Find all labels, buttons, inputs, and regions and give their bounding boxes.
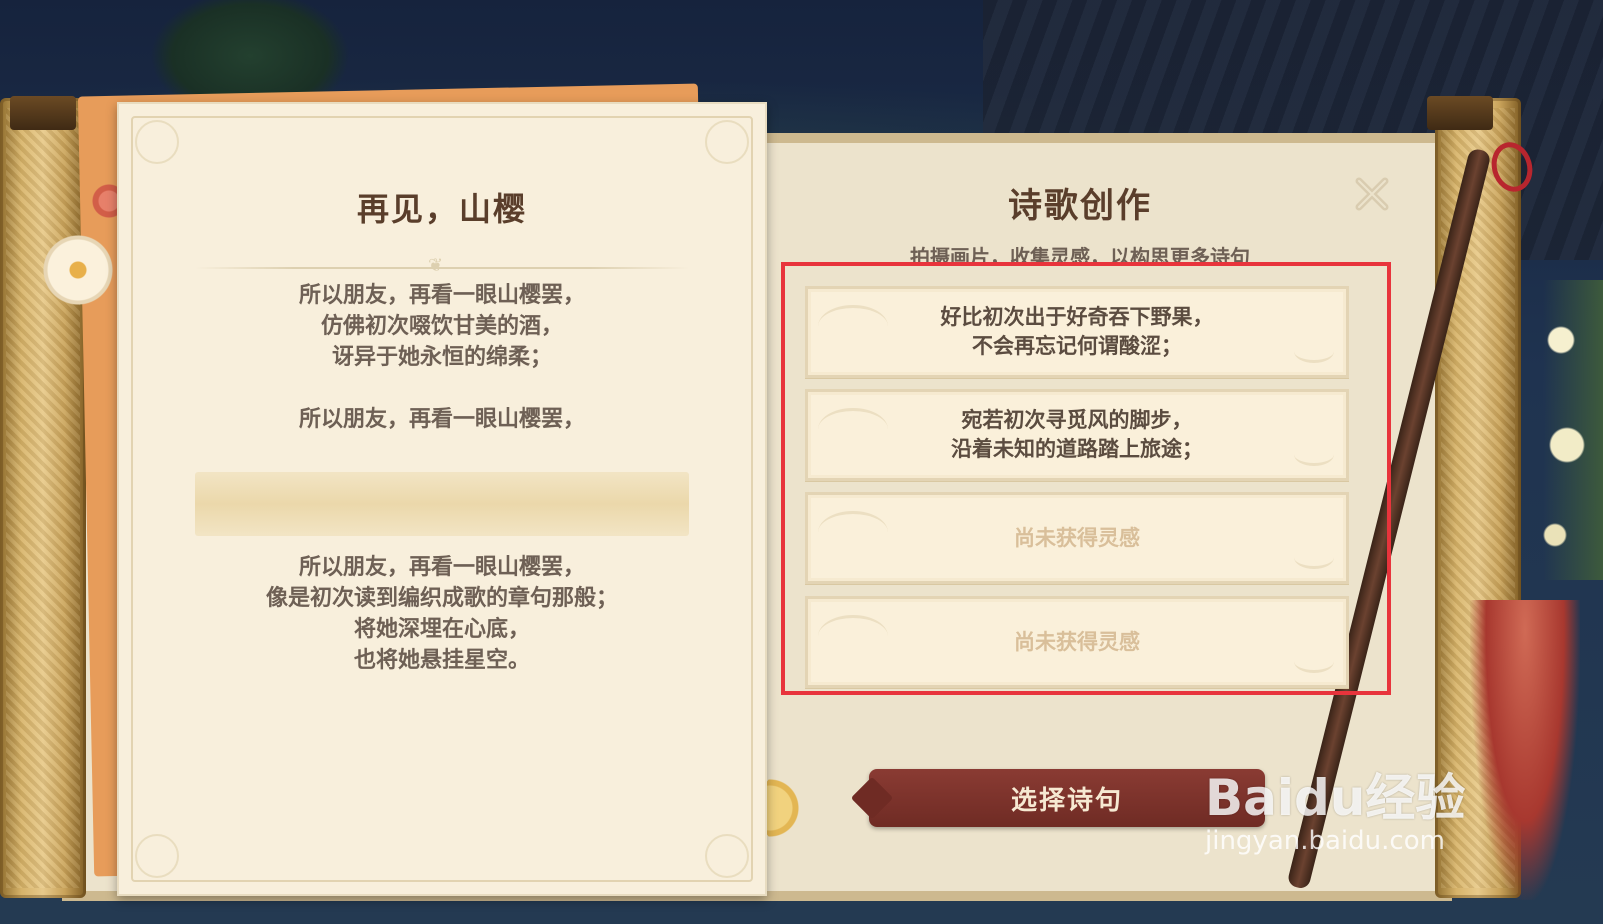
background-tree xyxy=(150,0,350,100)
poem-stanza-2: 所以朋友，再看一眼山樱罢， xyxy=(119,404,765,435)
highlight-box xyxy=(781,262,1391,695)
background-flowers xyxy=(1543,280,1603,580)
scroll-rod-cap-left xyxy=(10,96,76,130)
poem-line: 所以朋友，再看一眼山樱罢， xyxy=(298,555,585,580)
poem-line: 将她深埋在心底， xyxy=(353,617,530,642)
poem-blank-slot[interactable] xyxy=(195,472,689,536)
corner-ornament xyxy=(135,834,179,878)
sakura-flower-icon xyxy=(40,232,116,308)
scroll-rod-left xyxy=(0,98,86,898)
poem-line: 也将她悬挂星空。 xyxy=(353,648,530,673)
scroll-rod-cap-right xyxy=(1427,96,1493,130)
corner-ornament xyxy=(135,120,179,164)
close-icon xyxy=(1355,177,1389,211)
brush-tassel xyxy=(1470,600,1580,900)
poem-line: 仿佛初次啜饮甘美的酒， xyxy=(320,314,563,339)
poem-stanza-3: 所以朋友，再看一眼山樱罢， 像是初次读到编织成歌的章句那般； 将她深埋在心底， … xyxy=(119,552,765,676)
select-verse-label: 选择诗句 xyxy=(1010,785,1123,816)
poem-line: 所以朋友，再看一眼山樱罢， xyxy=(298,407,585,432)
select-verse-button[interactable]: 选择诗句 xyxy=(850,769,1265,827)
poem-line: 讶异于她永恒的绵柔； xyxy=(331,345,552,370)
poem-stanza-1: 所以朋友，再看一眼山樱罢， 仿佛初次啜饮甘美的酒， 讶异于她永恒的绵柔； xyxy=(119,280,765,373)
corner-ornament xyxy=(705,834,749,878)
close-button[interactable] xyxy=(1350,172,1394,216)
corner-ornament xyxy=(705,120,749,164)
poem-card: 再见，山樱 所以朋友，再看一眼山樱罢， 仿佛初次啜饮甘美的酒， 讶异于她永恒的绵… xyxy=(117,102,767,896)
plum-flower-icon xyxy=(760,770,810,846)
panel-title: 诗歌创作 xyxy=(1008,186,1152,226)
panel-subtitle: 拍摄画片，收集灵感，以构思更多诗句 xyxy=(910,245,1250,263)
poem-line: 像是初次读到编织成歌的章句那般； xyxy=(265,586,618,611)
poem-divider xyxy=(195,255,689,276)
poem-line: 所以朋友，再看一眼山樱罢， xyxy=(298,283,585,308)
poem-title: 再见，山樱 xyxy=(356,190,527,228)
